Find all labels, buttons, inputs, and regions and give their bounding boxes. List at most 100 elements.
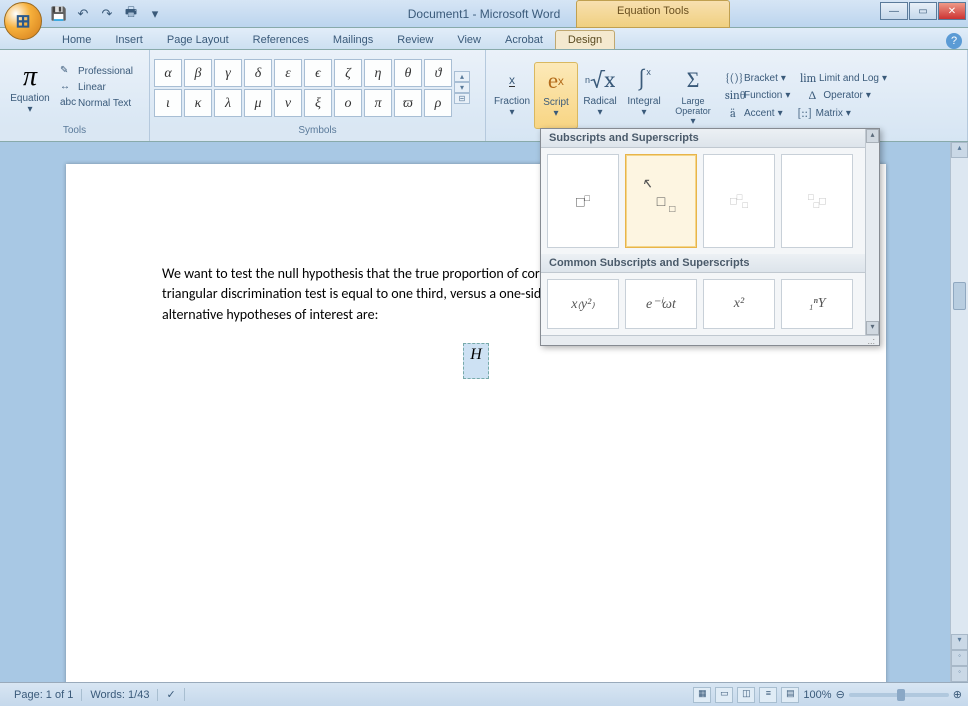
symbol-mu[interactable]: μ xyxy=(244,89,272,117)
zoom-thumb[interactable] xyxy=(897,689,905,701)
next-page-button[interactable]: ◦ xyxy=(951,666,968,682)
status-bar: Page: 1 of 1 Words: 1/43 ✓ ▦ ▭ ◫ ≡ ▤ 100… xyxy=(0,682,968,706)
bracket-label: Bracket xyxy=(744,73,778,84)
accent-icon: ä xyxy=(725,106,741,120)
script-supersub[interactable]: □□□ xyxy=(703,154,775,248)
limit-log-button[interactable]: limLimit and Log ▾ xyxy=(797,70,890,86)
operator-button[interactable]: ΔOperator ▾ xyxy=(801,87,874,104)
symbol-zeta[interactable]: ζ xyxy=(334,59,362,87)
view-outline[interactable]: ≡ xyxy=(759,687,777,703)
common-x2[interactable]: x² xyxy=(703,279,775,329)
bracket-button[interactable]: {()}Bracket ▾ xyxy=(722,70,789,86)
symbol-pi[interactable]: π xyxy=(364,89,392,117)
radical-button[interactable]: n√x Radical▾ xyxy=(578,62,622,129)
equation-editor[interactable]: H xyxy=(463,343,489,379)
integral-label: Integral xyxy=(627,96,660,107)
integral-button[interactable]: ∫x Integral▾ xyxy=(622,62,666,129)
matrix-button[interactable]: [::]Matrix ▾ xyxy=(794,105,854,121)
symbol-varpi[interactable]: ϖ xyxy=(394,89,422,117)
view-full-screen[interactable]: ▭ xyxy=(715,687,733,703)
symbol-gamma[interactable]: γ xyxy=(214,59,242,87)
symbol-alpha[interactable]: α xyxy=(154,59,182,87)
tab-insert[interactable]: Insert xyxy=(103,31,155,49)
sigma-icon: Σ xyxy=(687,64,700,96)
view-draft[interactable]: ▤ xyxy=(781,687,799,703)
symbol-vartheta[interactable]: ϑ xyxy=(424,59,452,87)
symbol-beta[interactable]: β xyxy=(184,59,212,87)
redo-icon[interactable]: ↷ xyxy=(98,5,116,23)
help-icon[interactable]: ? xyxy=(946,33,962,49)
symbol-rho[interactable]: ρ xyxy=(424,89,452,117)
office-button[interactable]: ⊞ xyxy=(4,2,42,40)
dropdown-icon: ▾ xyxy=(27,104,32,115)
symbol-xi[interactable]: ξ xyxy=(304,89,332,117)
gallery-scroll-down[interactable]: ▾ xyxy=(866,321,879,335)
tab-view[interactable]: View xyxy=(445,31,493,49)
script-icon: ex xyxy=(548,65,564,97)
status-proofing-icon[interactable]: ✓ xyxy=(158,688,184,701)
common-1ny[interactable]: ₁ⁿY xyxy=(781,279,853,329)
symbol-eta[interactable]: η xyxy=(364,59,392,87)
tab-mailings[interactable]: Mailings xyxy=(321,31,385,49)
status-words[interactable]: Words: 1/43 xyxy=(82,689,158,701)
script-gallery: Subscripts and Superscripts □□ □□ ↖ □□□ … xyxy=(540,128,880,346)
script-leftsupersub[interactable]: □□□ xyxy=(781,154,853,248)
scroll-down-button[interactable]: ▾ xyxy=(951,634,968,650)
save-icon[interactable]: 💾 xyxy=(50,5,68,23)
gallery-scrollbar[interactable]: ▴ ▾ xyxy=(865,129,879,335)
symbol-more[interactable]: ⊟ xyxy=(454,93,470,104)
zoom-level[interactable]: 100% xyxy=(803,689,831,701)
common-eiwt[interactable]: e⁻ⁱωt xyxy=(625,279,697,329)
title-bar: ⊞ 💾 ↶ ↷ 🖶 ▾ Document1 - Microsoft Word E… xyxy=(0,0,968,28)
symbol-delta[interactable]: δ xyxy=(244,59,272,87)
view-print-layout[interactable]: ▦ xyxy=(693,687,711,703)
tab-review[interactable]: Review xyxy=(385,31,445,49)
view-web-layout[interactable]: ◫ xyxy=(737,687,755,703)
script-subscript[interactable]: □□ ↖ xyxy=(625,154,697,248)
scroll-up-button[interactable]: ▴ xyxy=(951,142,968,158)
tab-home[interactable]: Home xyxy=(50,31,103,49)
zoom-slider[interactable] xyxy=(849,693,949,697)
tab-references[interactable]: References xyxy=(241,31,321,49)
accent-button[interactable]: äAccent ▾ xyxy=(722,105,786,121)
symbol-epsilon[interactable]: ε xyxy=(274,59,302,87)
maximize-button[interactable]: ▭ xyxy=(909,2,937,20)
zoom-out-button[interactable]: ⊖ xyxy=(836,688,845,701)
script-superscript[interactable]: □□ xyxy=(547,154,619,248)
scroll-thumb[interactable] xyxy=(953,282,966,310)
large-operator-button[interactable]: Σ Large Operator▾ xyxy=(666,62,720,129)
fraction-button[interactable]: x Fraction▾ xyxy=(490,62,534,129)
undo-icon[interactable]: ↶ xyxy=(74,5,92,23)
tab-page-layout[interactable]: Page Layout xyxy=(155,31,241,49)
equation-button[interactable]: π Equation ▾ xyxy=(4,60,56,115)
close-button[interactable]: ✕ xyxy=(938,2,966,20)
gallery-scroll-up[interactable]: ▴ xyxy=(866,129,879,143)
minimize-button[interactable]: — xyxy=(880,2,908,20)
function-button[interactable]: sinθFunction ▾ xyxy=(722,87,793,104)
professional-icon: ✎ xyxy=(60,65,74,79)
prev-page-button[interactable]: ◦ xyxy=(951,650,968,666)
normal-text-button[interactable]: abcNormal Text xyxy=(60,97,133,111)
tab-acrobat[interactable]: Acrobat xyxy=(493,31,555,49)
script-button[interactable]: ex Script▾ xyxy=(534,62,578,129)
vertical-scrollbar[interactable]: ▴ ▾ ◦ ◦ xyxy=(950,142,968,682)
symbol-omicron[interactable]: ο xyxy=(334,89,362,117)
symbol-scroll-up[interactable]: ▴ xyxy=(454,71,470,82)
symbol-scroll-down[interactable]: ▾ xyxy=(454,82,470,93)
symbol-varepsilon[interactable]: ϵ xyxy=(304,59,332,87)
common-xy2[interactable]: x₍y²₎ xyxy=(547,279,619,329)
print-icon[interactable]: 🖶 xyxy=(122,5,140,23)
professional-button[interactable]: ✎Professional xyxy=(60,65,133,79)
symbol-iota[interactable]: ι xyxy=(154,89,182,117)
zoom-in-button[interactable]: ⊕ xyxy=(953,688,962,701)
symbol-theta[interactable]: θ xyxy=(394,59,422,87)
gallery-resize-handle[interactable]: ..: xyxy=(541,335,879,345)
status-page[interactable]: Page: 1 of 1 xyxy=(6,689,82,701)
tools-group-label: Tools xyxy=(0,125,149,141)
qat-more-icon[interactable]: ▾ xyxy=(146,5,164,23)
symbol-kappa[interactable]: κ xyxy=(184,89,212,117)
tab-design[interactable]: Design xyxy=(555,30,615,49)
symbol-nu[interactable]: ν xyxy=(274,89,302,117)
symbol-lambda[interactable]: λ xyxy=(214,89,242,117)
linear-button[interactable]: ↔Linear xyxy=(60,81,133,95)
